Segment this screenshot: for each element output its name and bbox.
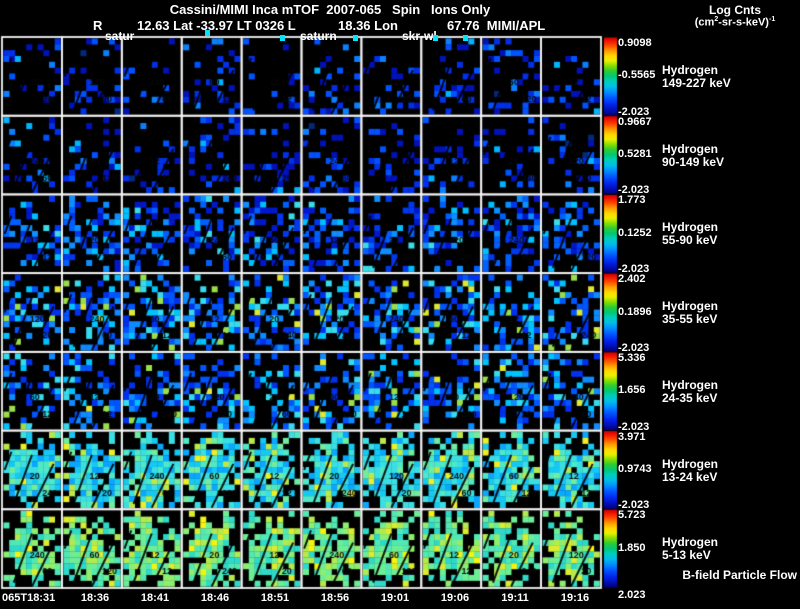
event-mark bbox=[205, 30, 210, 36]
cbar-max-label: 0.9667 bbox=[618, 115, 652, 128]
longitude-value: 18.36 Lon bbox=[338, 18, 398, 33]
bfield-flow-note: B-field Particle Flow bbox=[682, 568, 797, 582]
event-mark bbox=[353, 35, 358, 41]
event-label: saturn bbox=[300, 29, 337, 43]
cbar-max-label: 5.336 bbox=[618, 351, 646, 364]
energy-band-label: Hydrogen 55-90 keV bbox=[662, 221, 718, 247]
energy-band-label: Hydrogen 13-24 keV bbox=[662, 456, 719, 484]
cbar-max-label: 5.723 bbox=[618, 509, 646, 522]
cbar-min-label: 2.023 bbox=[618, 589, 646, 601]
energy-range-label: 149-227 keV bbox=[662, 76, 731, 90]
energy-band-label: Hydrogen 149-227 keV bbox=[662, 64, 731, 90]
radius-label: R bbox=[93, 18, 103, 33]
event-mark bbox=[463, 35, 468, 41]
cbar-mid-label: 1.850 bbox=[618, 541, 646, 554]
lat-lt-l-value: 12.63 Lat -33.97 LT 0326 L bbox=[137, 18, 296, 33]
cbar-max-label: 1.773 bbox=[618, 194, 646, 207]
energy-range-label: 13-24 keV bbox=[662, 469, 718, 484]
time-tick-label: 19:11 bbox=[501, 592, 529, 604]
event-label: satur bbox=[105, 29, 135, 43]
energy-range-label: 90-149 keV bbox=[662, 154, 725, 169]
energy-range-label: 5-13 keV bbox=[662, 548, 711, 563]
cbar-max-label: 0.9098 bbox=[618, 37, 652, 49]
energy-range-label: 55-90 keV bbox=[662, 233, 718, 248]
energy-range-label: 24-35 keV bbox=[662, 390, 718, 405]
time-tick-label: 19:06 bbox=[440, 592, 470, 604]
cbar-mid-label: 0.1252 bbox=[618, 226, 652, 239]
time-tick-label: 065T18:31 bbox=[2, 592, 56, 604]
units-superscript-neg1: -1 bbox=[768, 16, 776, 23]
energy-band-label: Hydrogen 35-55 keV bbox=[662, 300, 718, 326]
time-tick-label: 18:36 bbox=[80, 592, 110, 604]
species-label: Hydrogen bbox=[662, 141, 719, 156]
species-label: Hydrogen bbox=[662, 377, 719, 392]
cbar-mid-label: 0.5281 bbox=[618, 148, 652, 161]
l-shell-value: 67.76 MIMI/APL bbox=[447, 18, 546, 33]
time-tick-label: 18:51 bbox=[260, 592, 290, 604]
event-mark bbox=[433, 35, 438, 41]
mimi-inca-display-window: Cassini/MIMI Inca mTOF 2007-065 Spin Ion… bbox=[0, 0, 800, 609]
energy-band-label: Hydrogen 5-13 keV bbox=[662, 536, 718, 562]
energy-band-label: Hydrogen 90-149 keV bbox=[662, 141, 725, 169]
cbar-mid-label: 0.9743 bbox=[618, 462, 652, 475]
units-mid: -sr-s-keV) bbox=[718, 16, 769, 29]
energy-band-label: Hydrogen 24-35 keV bbox=[662, 377, 719, 405]
time-tick-label: 18:46 bbox=[200, 592, 230, 604]
cbar-max-label: 2.402 bbox=[618, 273, 646, 286]
units-prefix: (cm bbox=[694, 16, 715, 29]
cbar-max-label: 3.971 bbox=[618, 430, 646, 443]
time-tick-label: 19:01 bbox=[380, 592, 410, 604]
cbar-mid-label: 1.656 bbox=[618, 384, 646, 397]
cbar-mid-label: -0.5565 bbox=[618, 69, 656, 82]
energy-range-label: 35-55 keV bbox=[662, 312, 718, 327]
event-mark bbox=[280, 35, 285, 41]
colorbar-units-title: Log Cnts bbox=[709, 3, 761, 17]
time-tick-label: 18:56 bbox=[320, 592, 350, 604]
cbar-mid-label: 0.1896 bbox=[618, 305, 652, 318]
species-label: Hydrogen bbox=[662, 456, 719, 471]
time-tick-label: 19:16 bbox=[560, 592, 590, 604]
event-label: skr-wl bbox=[402, 29, 437, 43]
page-title: Cassini/MIMI Inca mTOF 2007-065 Spin Ion… bbox=[169, 2, 491, 17]
time-tick-label: 18:41 bbox=[140, 592, 170, 604]
colorbar-units-formula: (cm2-sr-s-keV)-1 bbox=[675, 16, 795, 29]
